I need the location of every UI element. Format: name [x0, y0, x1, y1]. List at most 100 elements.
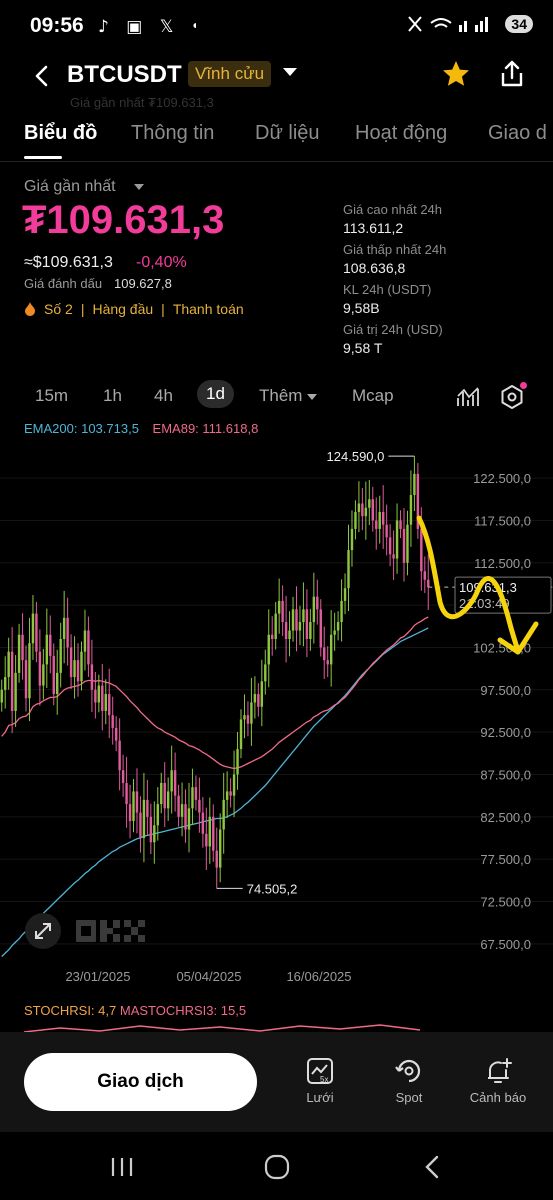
connectivity-icons: [408, 16, 489, 32]
candle-body: [94, 689, 97, 703]
back-arrow-icon[interactable]: [30, 62, 54, 90]
low-annotation: 74.505,2: [247, 881, 298, 896]
candle-body: [316, 596, 319, 610]
candle-body: [236, 749, 239, 775]
candle-body: [284, 622, 288, 639]
candle-body: [66, 617, 69, 648]
candle-body: [281, 600, 284, 623]
ema89-series-line: [1, 616, 429, 770]
mcap-toggle[interactable]: Mcap: [352, 386, 394, 406]
candle-body: [253, 694, 257, 703]
timeframe-selector: 15m 1h 4h 1d Thêm Mcap: [0, 376, 553, 418]
trade-button[interactable]: Giao dịch: [24, 1053, 257, 1111]
volume-24h-value: 9,58B: [343, 300, 380, 316]
candle-body: [201, 812, 205, 834]
candle-body: [62, 617, 66, 639]
candle-body: [0, 689, 3, 703]
stochrsi-legend: STOCHRSI: 4,7 MASTOCHRSI3: 15,5: [24, 1003, 246, 1018]
candle-body: [166, 791, 170, 809]
price-chart[interactable]: 122.500,0117.500,0112.500,0107.500,0102.…: [0, 440, 553, 995]
candle-body: [198, 799, 201, 813]
indicator-icon[interactable]: [456, 386, 480, 408]
candle-body: [132, 791, 135, 822]
candle-body: [291, 609, 295, 631]
symbol-dropdown-icon[interactable]: [283, 68, 297, 76]
tab-chart[interactable]: Biểu đồ: [24, 122, 97, 145]
candle-body: [371, 499, 374, 521]
alert-button[interactable]: Cảnh báo: [463, 1056, 533, 1105]
candle-body: [232, 774, 236, 796]
candle-body: [402, 528, 406, 563]
candle-body: [326, 660, 329, 665]
stochrsi-value: STOCHRSI: 4,7: [24, 1003, 117, 1018]
mark-price-label: Giá đánh dấu: [24, 276, 103, 291]
price-type-dropdown-icon[interactable]: [134, 184, 144, 190]
candle-body: [385, 524, 388, 538]
candle-body: [323, 647, 326, 661]
ema89-legend: EMA89: 111.618,8: [152, 421, 259, 436]
fire-icon: [25, 302, 35, 316]
payment-badge[interactable]: Thanh toán: [173, 301, 244, 317]
x-axis-ticks: 23/01/2025 05/04/2025 16/06/2025: [65, 969, 351, 984]
candle-body: [97, 685, 101, 703]
current-price-label: 109.631,3: [459, 580, 517, 595]
favorite-star-icon[interactable]: [440, 58, 472, 90]
ranking-badges: Số 2 | Hàng đầu | Thanh toán: [24, 301, 244, 317]
ema200-line: [1, 627, 429, 957]
timeframe-more[interactable]: Thêm: [259, 386, 318, 406]
candle-body: [80, 651, 83, 682]
y-tick-label: 112.500,0: [474, 556, 531, 571]
candle-body: [135, 791, 139, 813]
value-24h-value: 9,58 T: [343, 340, 383, 356]
home-icon[interactable]: [264, 1154, 290, 1180]
tab-trade-partial[interactable]: Giao d: [488, 122, 547, 145]
timeframe-4h[interactable]: 4h: [154, 386, 173, 406]
tab-data[interactable]: Dữ liệu: [255, 122, 320, 145]
candle-body: [156, 804, 159, 826]
rank-badge[interactable]: Số 2: [44, 301, 73, 317]
candle-body: [149, 816, 153, 843]
ema89-line: [1, 616, 429, 770]
candle-body: [160, 782, 163, 805]
timeframe-1h[interactable]: 1h: [103, 386, 122, 406]
top-badge[interactable]: Hàng đầu: [92, 301, 153, 317]
expand-chart-icon[interactable]: [25, 913, 61, 949]
y-tick-label: 67.500,0: [480, 937, 531, 952]
notification-icons: ♪ ▣ 𝕏 •: [96, 14, 201, 42]
candle-body: [125, 782, 128, 805]
tab-activity[interactable]: Hoạt động: [355, 122, 447, 145]
candle-body: [208, 816, 212, 847]
system-status-icons: 34: [405, 13, 533, 35]
grid-bot-label: Lưới: [306, 1090, 334, 1105]
candle-body: [212, 816, 215, 851]
candle-body: [114, 727, 118, 741]
bottom-action-bar: Giao dịch 5x Lưới Spot Cảnh báo: [0, 1032, 553, 1132]
timeframe-15m[interactable]: 15m: [35, 386, 68, 406]
candle-body: [420, 528, 423, 572]
svg-text:5x: 5x: [320, 1075, 328, 1084]
spot-button[interactable]: Spot: [374, 1056, 444, 1105]
system-back-icon[interactable]: [422, 1154, 442, 1180]
candle-body: [108, 694, 111, 716]
candle-body: [121, 770, 125, 783]
mastochrsi-value: MASTOCHRSI3: 15,5: [119, 1003, 247, 1018]
candle-body: [288, 630, 291, 639]
system-navbar: [0, 1132, 553, 1200]
tab-info[interactable]: Thông tin: [131, 122, 214, 145]
symbol-title[interactable]: BTCUSDT: [67, 61, 182, 89]
x-tick-label: 16/06/2025: [286, 969, 351, 984]
last-price-label[interactable]: Giá gần nhất: [24, 178, 116, 196]
candle-body: [10, 651, 14, 711]
candle-body: [406, 524, 409, 563]
timeframe-1d[interactable]: 1d: [197, 380, 234, 408]
candle-body: [250, 702, 253, 724]
candle-body: [28, 643, 31, 699]
recent-apps-icon[interactable]: [110, 1156, 134, 1178]
candle-body: [31, 613, 35, 644]
candle-body: [257, 694, 260, 707]
grid-bot-button[interactable]: 5x Lưới: [285, 1056, 355, 1105]
candle-body: [184, 804, 187, 830]
candle-body: [260, 681, 264, 707]
candle-body: [194, 787, 198, 800]
share-icon[interactable]: [496, 58, 528, 90]
